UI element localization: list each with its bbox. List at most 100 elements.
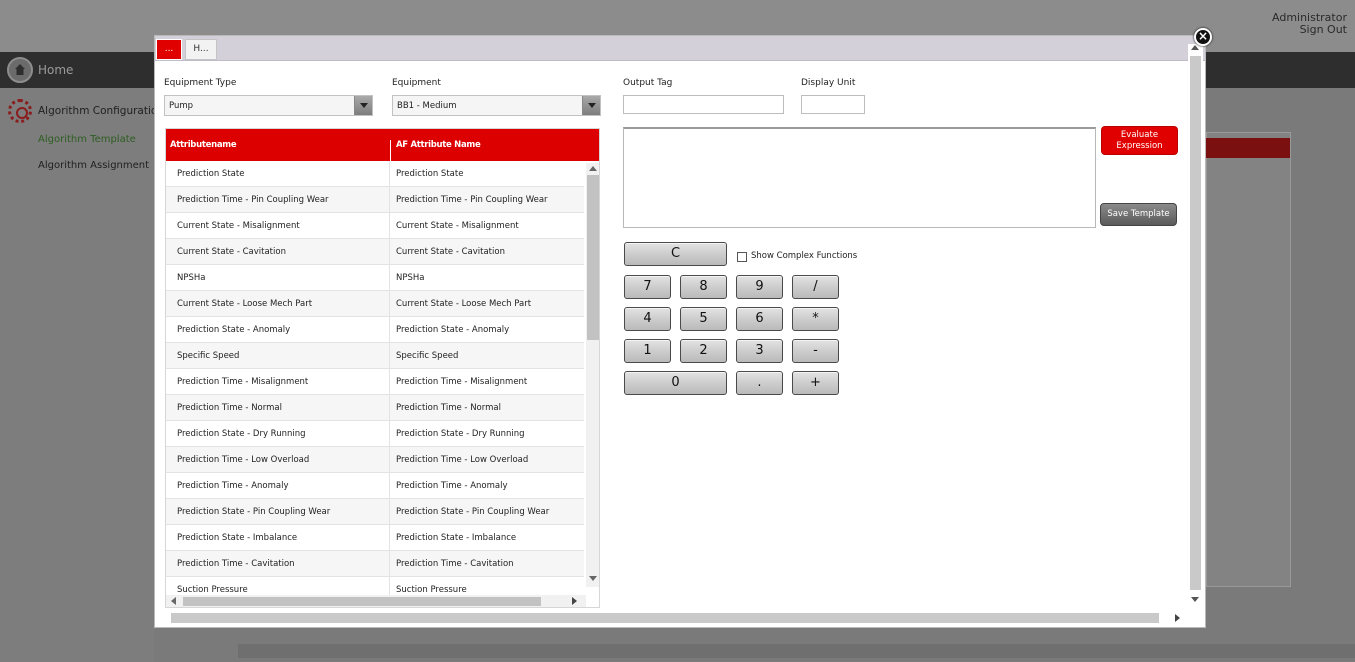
cell-af-attribute-name: Current State - Loose Mech Part bbox=[396, 299, 532, 309]
save-template-button[interactable]: Save Template bbox=[1100, 203, 1177, 226]
cell-af-attribute-name: Prediction Time - Normal bbox=[396, 403, 501, 413]
grid-horizontal-scrollbar[interactable] bbox=[166, 595, 586, 607]
home-icon[interactable] bbox=[7, 57, 33, 83]
key-plus[interactable]: + bbox=[792, 371, 839, 395]
table-row[interactable]: Current State - Loose Mech Part Current S… bbox=[166, 291, 584, 317]
modal-tab-bar: ... H... bbox=[155, 36, 1205, 61]
scroll-up-icon[interactable] bbox=[589, 166, 597, 171]
cell-divider bbox=[389, 421, 390, 447]
scroll-up-icon[interactable] bbox=[1191, 45, 1199, 50]
cell-attributename: NPSHa bbox=[177, 273, 206, 283]
show-complex-functions-checkbox[interactable] bbox=[737, 252, 747, 262]
scroll-thumb[interactable] bbox=[1190, 56, 1201, 590]
table-row[interactable]: Prediction State Prediction State bbox=[166, 161, 584, 187]
modal-vertical-scrollbar[interactable] bbox=[1188, 44, 1203, 608]
key-7[interactable]: 7 bbox=[624, 275, 671, 299]
sidebar-item-algorithm-template[interactable]: Algorithm Template bbox=[38, 134, 136, 145]
key-clear[interactable]: C bbox=[624, 242, 727, 266]
key-8[interactable]: 8 bbox=[680, 275, 727, 299]
table-row[interactable]: Prediction Time - Misalignment Prediction… bbox=[166, 369, 584, 395]
key-multiply[interactable]: * bbox=[792, 307, 839, 331]
table-row[interactable]: Current State - Cavitation Current State … bbox=[166, 239, 584, 265]
key-6[interactable]: 6 bbox=[736, 307, 783, 331]
scroll-thumb[interactable] bbox=[183, 597, 541, 606]
scroll-down-icon[interactable] bbox=[1191, 597, 1199, 602]
table-row[interactable]: Prediction Time - Low Overload Prediction… bbox=[166, 447, 584, 473]
table-row[interactable]: Current State - Misalignment Current Stat… bbox=[166, 213, 584, 239]
cell-divider bbox=[389, 369, 390, 395]
key-3[interactable]: 3 bbox=[736, 339, 783, 363]
table-row[interactable]: NPSHa NPSHa bbox=[166, 265, 584, 291]
table-row[interactable]: Prediction Time - Anomaly Prediction Time… bbox=[166, 473, 584, 499]
cell-af-attribute-name: Prediction State - Pin Coupling Wear bbox=[396, 507, 550, 517]
equipment-type-label: Equipment Type bbox=[164, 78, 237, 88]
home-link[interactable]: Home bbox=[38, 63, 73, 77]
cell-attributename: Current State - Loose Mech Part bbox=[177, 299, 313, 309]
table-row[interactable]: Prediction Time - Normal Prediction Time … bbox=[166, 395, 584, 421]
key-decimal[interactable]: . bbox=[736, 371, 783, 395]
key-9[interactable]: 9 bbox=[736, 275, 783, 299]
key-4[interactable]: 4 bbox=[624, 307, 671, 331]
key-2[interactable]: 2 bbox=[680, 339, 727, 363]
grid-vertical-scrollbar[interactable] bbox=[586, 163, 599, 587]
evaluate-expression-button[interactable]: Evaluate Expression bbox=[1101, 126, 1178, 155]
table-row[interactable]: Specific Speed Specific Speed bbox=[166, 343, 584, 369]
cell-divider bbox=[389, 317, 390, 343]
cell-af-attribute-name: Prediction Time - Pin Coupling Wear bbox=[396, 195, 548, 205]
equipment-type-select[interactable]: Pump bbox=[164, 95, 373, 116]
cell-af-attribute-name: Prediction Time - Cavitation bbox=[396, 559, 514, 569]
close-icon[interactable]: × bbox=[1194, 28, 1212, 46]
cell-attributename: Suction Pressure bbox=[177, 585, 248, 595]
display-unit-input[interactable] bbox=[801, 95, 865, 114]
scroll-thumb[interactable] bbox=[587, 175, 599, 340]
key-0[interactable]: 0 bbox=[624, 371, 727, 395]
cell-af-attribute-name: Prediction Time - Anomaly bbox=[396, 481, 508, 491]
scroll-right-icon[interactable] bbox=[1175, 614, 1180, 622]
algorithm-template-modal: ... H... Equipment Type Pump Equipment B… bbox=[154, 35, 1206, 628]
sidebar-item-algorithm-assignment[interactable]: Algorithm Assignment bbox=[38, 160, 149, 171]
tab-h[interactable]: H... bbox=[185, 39, 217, 60]
cell-af-attribute-name: Prediction Time - Misalignment bbox=[396, 377, 528, 387]
scroll-left-icon[interactable] bbox=[171, 597, 176, 605]
key-5[interactable]: 5 bbox=[680, 307, 727, 331]
cell-divider bbox=[389, 473, 390, 499]
sign-out-link[interactable]: Sign Out bbox=[1272, 24, 1347, 36]
scroll-down-icon[interactable] bbox=[589, 576, 597, 581]
background-scrollbar[interactable] bbox=[238, 644, 1355, 658]
cell-divider bbox=[389, 239, 390, 265]
column-header-af-attribute-name[interactable]: AF Attribute Name bbox=[396, 140, 481, 150]
key-divide[interactable]: / bbox=[792, 275, 839, 299]
tab-minimized[interactable]: ... bbox=[156, 39, 182, 60]
cell-divider bbox=[389, 551, 390, 577]
equipment-select[interactable]: BB1 - Medium bbox=[392, 95, 601, 116]
modal-horizontal-scrollbar[interactable] bbox=[157, 610, 1187, 625]
display-unit-label: Display Unit bbox=[801, 78, 856, 88]
output-tag-label: Output Tag bbox=[623, 78, 673, 88]
table-row[interactable]: Prediction State - Anomaly Prediction Sta… bbox=[166, 317, 584, 343]
chevron-down-icon[interactable] bbox=[582, 96, 600, 115]
background-panel-header bbox=[1206, 138, 1290, 158]
cell-divider bbox=[389, 213, 390, 239]
expression-textarea[interactable] bbox=[623, 127, 1096, 228]
chevron-down-icon[interactable] bbox=[354, 96, 372, 115]
key-minus[interactable]: - bbox=[792, 339, 839, 363]
table-row[interactable]: Prediction State - Imbalance Prediction S… bbox=[166, 525, 584, 551]
key-1[interactable]: 1 bbox=[624, 339, 671, 363]
table-row[interactable]: Prediction Time - Pin Coupling Wear Predi… bbox=[166, 187, 584, 213]
column-header-attributename[interactable]: Attributename bbox=[170, 140, 237, 150]
show-complex-functions-label: Show Complex Functions bbox=[751, 251, 858, 261]
cell-af-attribute-name: Prediction State bbox=[396, 169, 464, 179]
scroll-thumb[interactable] bbox=[171, 613, 1159, 623]
sidebar-title[interactable]: Algorithm Configuration bbox=[38, 105, 164, 117]
cell-attributename: Current State - Cavitation bbox=[177, 247, 286, 257]
cell-attributename: Prediction Time - Low Overload bbox=[177, 455, 310, 465]
table-row[interactable]: Prediction State - Dry Running Prediction… bbox=[166, 421, 584, 447]
output-tag-input[interactable] bbox=[623, 95, 784, 114]
scroll-right-icon[interactable] bbox=[572, 597, 577, 605]
cell-attributename: Prediction Time - Anomaly bbox=[177, 481, 289, 491]
sidebar bbox=[0, 88, 154, 662]
grid-header: Attributename AF Attribute Name bbox=[166, 129, 599, 172]
equipment-value: BB1 - Medium bbox=[397, 101, 457, 111]
table-row[interactable]: Prediction Time - Cavitation Prediction T… bbox=[166, 551, 584, 577]
table-row[interactable]: Prediction State - Pin Coupling Wear Pred… bbox=[166, 499, 584, 525]
